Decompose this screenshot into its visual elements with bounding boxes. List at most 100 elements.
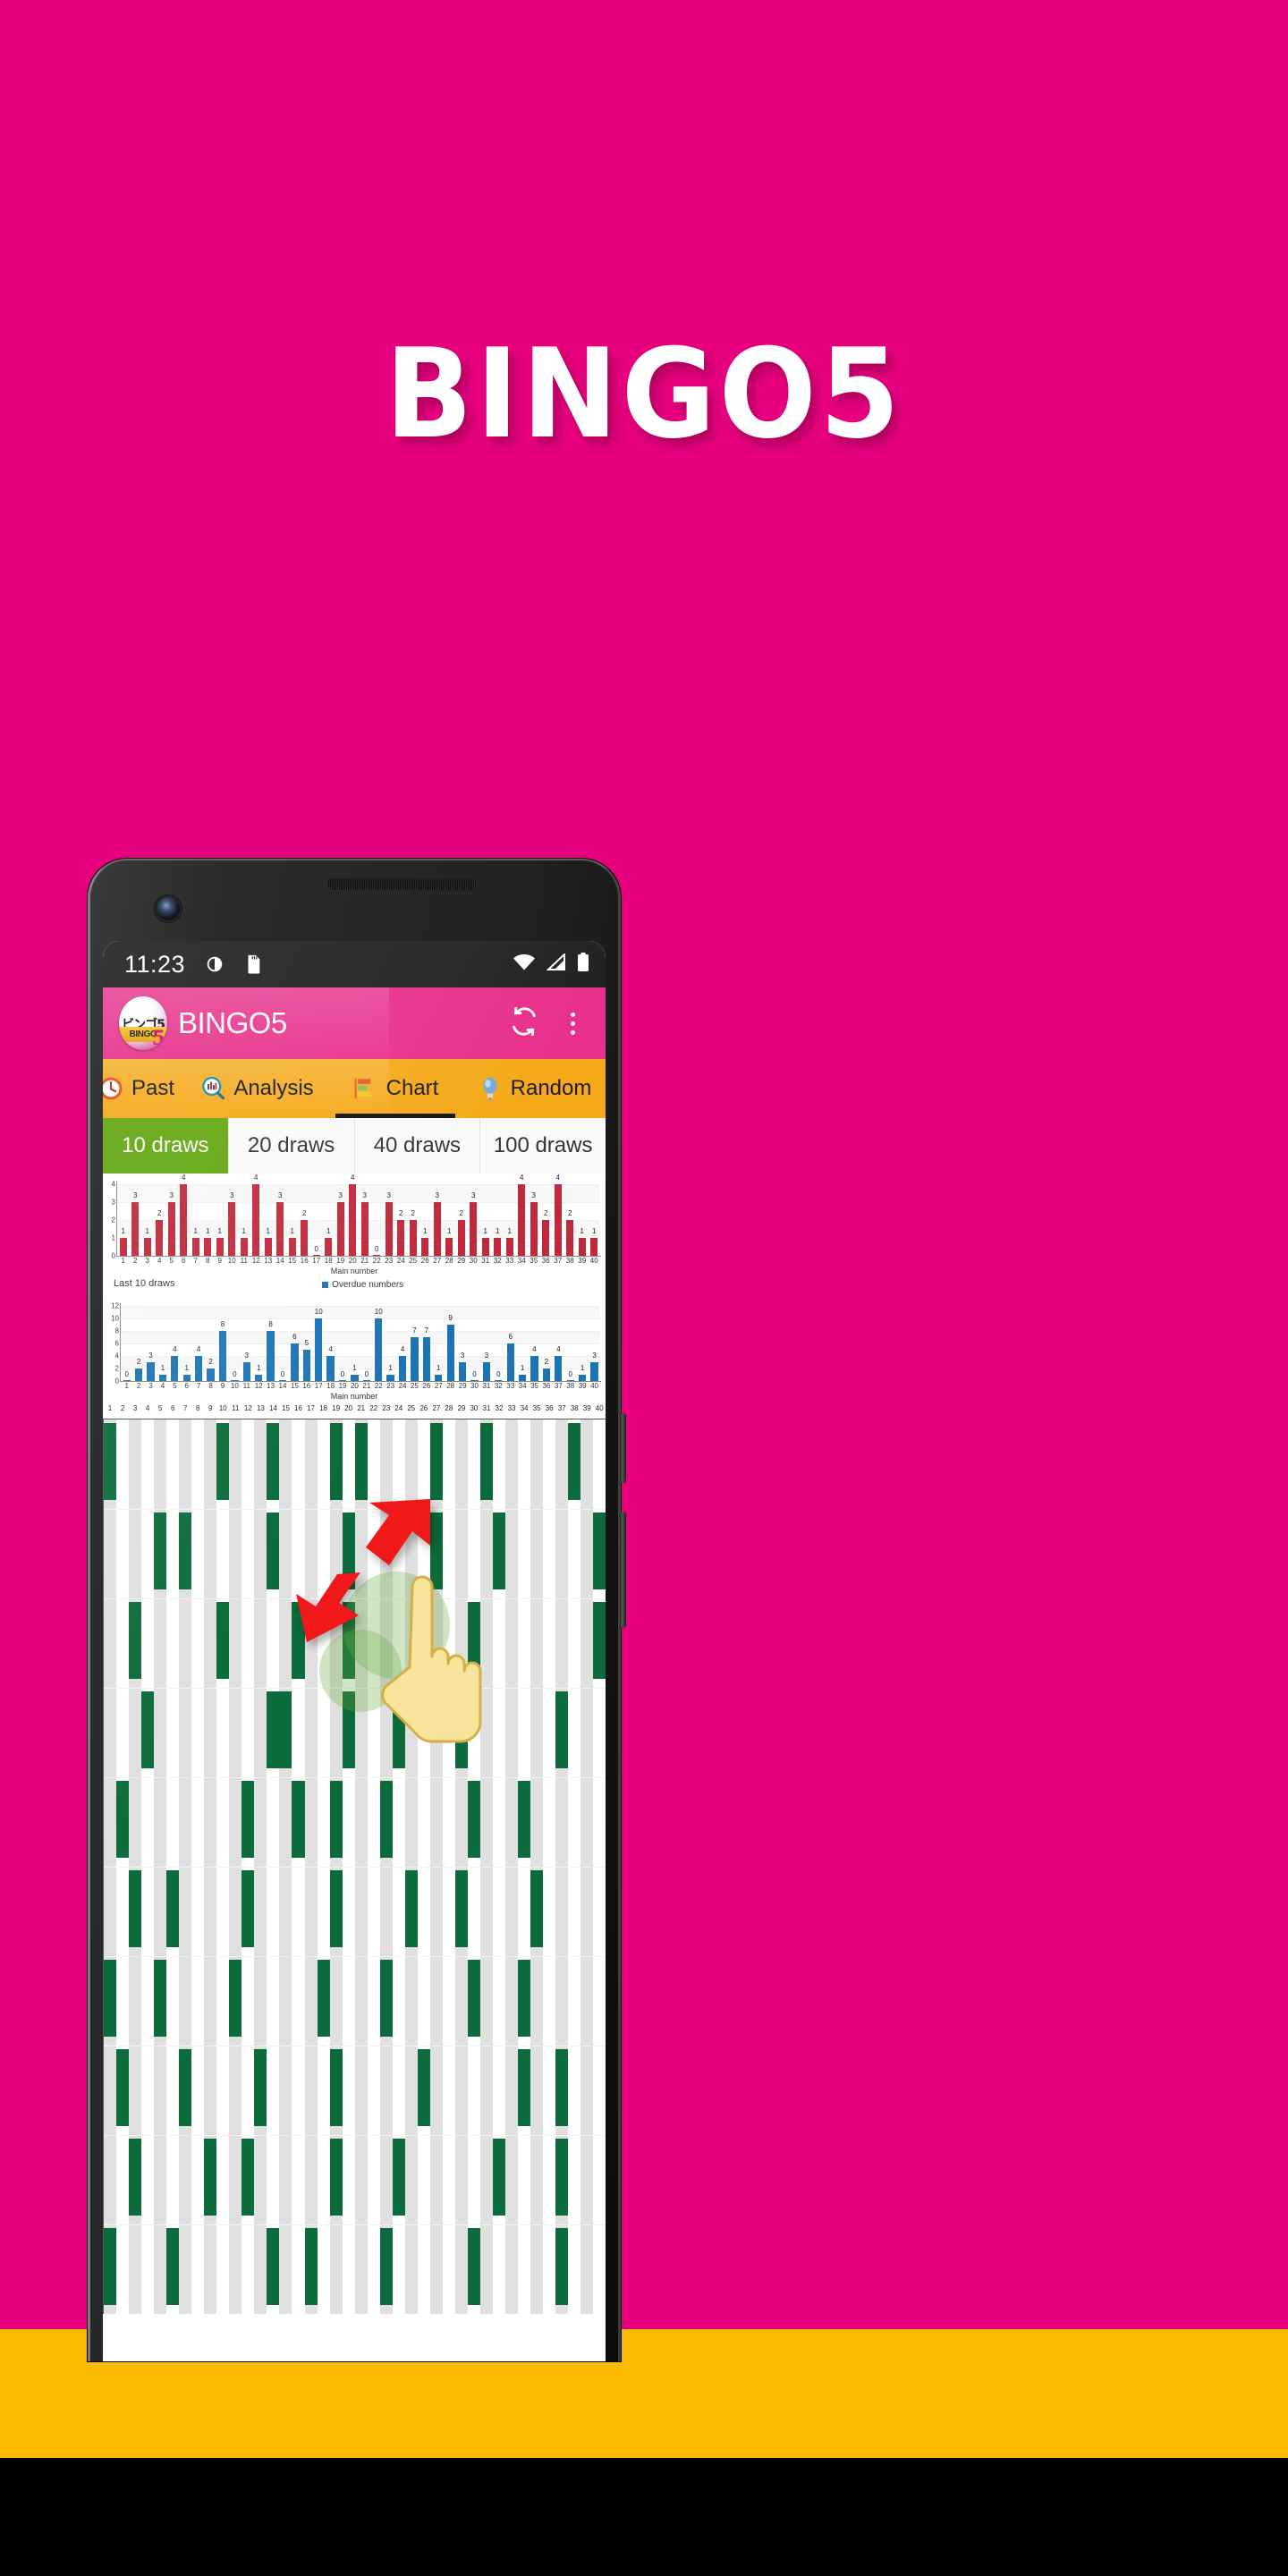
grid-cell — [204, 1691, 216, 1768]
draw-option-100[interactable]: 100 draws — [480, 1118, 606, 1174]
grid-row-separator — [104, 2224, 606, 2225]
grid-cell — [468, 1691, 480, 1768]
bar-value-label: 1 — [436, 1364, 441, 1372]
grid-cell — [342, 1513, 355, 1589]
bar-value-label: 1 — [206, 1227, 210, 1235]
x-axis: 1 2 3 4 5 6 7 8 9 10 11 12 13 14 15 16 17 18 19 20 21 22 23 24 2… — [121, 1382, 600, 1390]
grid-cell — [543, 2049, 555, 2126]
bar — [182, 1375, 191, 1381]
bar-value-label: 6 — [508, 1333, 513, 1341]
bar-value-label: 2 — [302, 1209, 307, 1217]
bar-value-label: 1 — [266, 1227, 270, 1235]
grid-cell — [530, 2228, 543, 2305]
bar — [494, 1238, 502, 1256]
x-tick-label: 36 — [541, 1257, 550, 1265]
tab-random[interactable]: Random — [462, 1059, 606, 1118]
grid-cell — [467, 2228, 480, 2305]
x-tick-label: 16 — [300, 1257, 309, 1265]
grid-cell — [229, 1960, 242, 2037]
grid-cell — [518, 2049, 531, 2126]
bar-value-label: 0 — [314, 1245, 318, 1253]
grid-cell — [116, 2049, 130, 2126]
grid-cell — [568, 1602, 580, 1679]
grid-cell — [593, 2139, 606, 2216]
bar-column: 0 — [336, 1306, 348, 1381]
bar — [530, 1356, 538, 1381]
draw-history-grid: 1 2 3 4 5 6 7 8 9 10 11 12 13 14 15 16 17 18 19 20 21 22 23 24 2… — [103, 1404, 606, 2361]
x-tick-label: 6 — [182, 1257, 186, 1265]
x-tick-label: 10 — [230, 1382, 239, 1390]
grid-cell — [279, 1870, 292, 1947]
x-tick-label: 29 — [457, 1257, 466, 1265]
grid-cell — [279, 2049, 292, 2126]
grid-cell — [279, 2139, 292, 2216]
chart-scroll-area[interactable]: 1312341113141312013430322131231114324211… — [103, 1174, 606, 2361]
grid-cell — [104, 2139, 116, 2216]
bar-value-label: 1 — [580, 1364, 585, 1372]
bar — [264, 1238, 272, 1256]
bar-column: 1 — [349, 1306, 360, 1381]
clock-icon — [103, 1075, 124, 1102]
bar — [422, 1337, 430, 1381]
tab-analysis[interactable]: Analysis — [185, 1059, 328, 1118]
x-tick-label: 5 — [173, 1382, 177, 1390]
grid-cell — [229, 2049, 242, 2126]
grid-cell — [242, 2049, 254, 2126]
grid-cell — [518, 1960, 531, 2037]
bar-value-label: 0 — [472, 1370, 477, 1378]
bar-column: 3 — [468, 1184, 480, 1256]
y-axis: 0 1 2 3 4 — [103, 1181, 117, 1260]
refresh-button[interactable] — [504, 1003, 545, 1044]
grid-cell — [191, 2228, 204, 2305]
grid-column-header: 34 — [520, 1404, 529, 1412]
grid-cell — [380, 1602, 393, 1679]
x-tick-label: 9 — [217, 1257, 222, 1265]
grid-cell — [468, 1423, 480, 1500]
draw-option-10[interactable]: 10 draws — [103, 1118, 229, 1174]
grid-cell — [330, 1513, 343, 1589]
bar-value-label: 4 — [351, 1174, 355, 1182]
tab-chart[interactable]: Chart — [328, 1059, 462, 1118]
grid-cell — [242, 1691, 254, 1768]
x-tick-label: 38 — [565, 1257, 574, 1265]
bar — [554, 1184, 562, 1256]
grid-cell — [267, 2049, 279, 2126]
grid-cell — [154, 1960, 167, 2037]
x-tick-label: 38 — [566, 1382, 575, 1390]
grid-cell — [479, 1423, 493, 1500]
grid-cell — [141, 1960, 154, 2037]
grid-cell — [355, 2228, 368, 2305]
grid-cell — [455, 1781, 468, 1858]
grid-column-header: 36 — [545, 1404, 554, 1412]
grid-column-header: 18 — [319, 1404, 327, 1412]
bar-value-label: 7 — [412, 1326, 417, 1335]
grid-cell — [580, 1960, 593, 2037]
grid-cell — [467, 1781, 480, 1858]
bar — [397, 1220, 405, 1256]
grid-cell — [229, 1513, 242, 1589]
bar-column: 1 — [117, 1184, 130, 1256]
draw-option-40[interactable]: 40 draws — [355, 1118, 481, 1174]
tab-past[interactable]: Past — [103, 1059, 185, 1118]
grid-cell — [393, 2049, 405, 2126]
grid-cell — [267, 2139, 279, 2216]
grid-cell — [443, 1513, 455, 1589]
grid-cell — [318, 1691, 330, 1768]
grid-column-header: 27 — [432, 1404, 441, 1412]
bar-column: 2 — [407, 1184, 419, 1256]
grid-column-header: 5 — [157, 1404, 163, 1412]
grid-column-header: 24 — [394, 1404, 403, 1412]
bar — [191, 1238, 199, 1256]
grid-cell — [229, 1691, 242, 1768]
y-tick-label: 8 — [114, 1326, 119, 1335]
overflow-menu-button[interactable] — [552, 1003, 593, 1044]
bar — [204, 1238, 212, 1256]
grid-column-header: 12 — [243, 1404, 252, 1412]
x-tick-label: 15 — [288, 1257, 297, 1265]
phone-volume-button — [620, 1512, 626, 1628]
draw-option-20[interactable]: 20 draws — [229, 1118, 355, 1174]
grid-cell — [580, 2139, 593, 2216]
grid-cell — [379, 1781, 393, 1858]
plot-area: 1312341113141312013430322131231114324211 — [117, 1174, 600, 1257]
grid-cell — [393, 2228, 405, 2305]
